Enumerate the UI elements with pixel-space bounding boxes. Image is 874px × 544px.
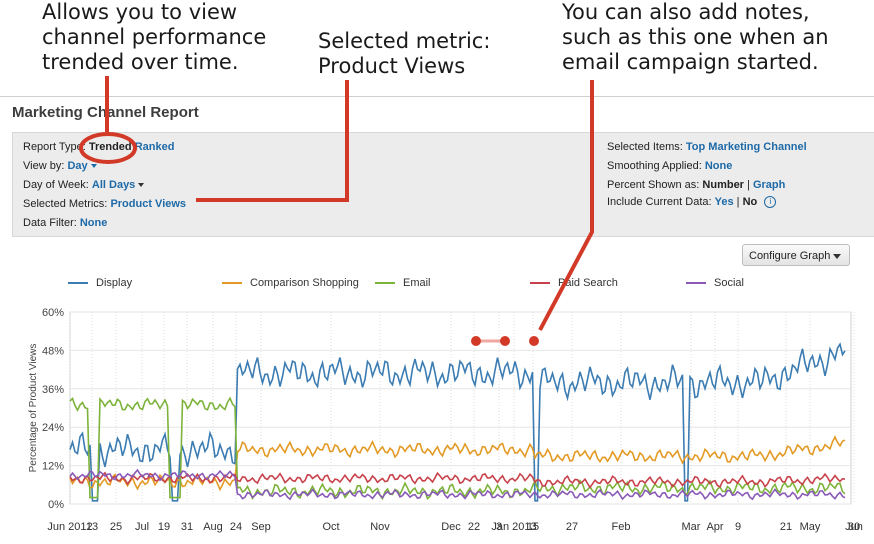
callout-leader-metric <box>196 80 349 202</box>
callout-leader-notes <box>538 80 594 331</box>
x-tick-label: Feb <box>612 521 631 533</box>
y-tick-label: 36% <box>42 384 64 396</box>
x-tick-label: May <box>800 521 821 533</box>
y-tick-label: 60% <box>42 307 64 319</box>
y-tick-label: 24% <box>42 422 64 434</box>
y-axis-title: Percentage of Product Views <box>28 344 39 473</box>
x-tick-label: 13 <box>86 521 98 533</box>
x-tick-label: 24 <box>230 521 242 533</box>
x-tick-label: Jul <box>135 521 149 533</box>
x-tick-label: 15 <box>527 521 539 533</box>
x-tick-label: 9 <box>735 521 741 533</box>
callout-circle-trended <box>79 132 137 164</box>
note-marker <box>471 336 481 346</box>
x-tick-label: Oct <box>322 521 339 533</box>
note-marker-email-campaign <box>529 336 539 346</box>
x-tick-label: 27 <box>566 521 578 533</box>
x-tick-label: Sep <box>251 521 271 533</box>
x-tick-label: 30 <box>848 521 860 533</box>
y-tick-label: 48% <box>42 345 64 357</box>
x-tick-label: 21 <box>780 521 792 533</box>
x-tick-label: Apr <box>706 521 723 533</box>
x-tick-label: Mar <box>682 521 701 533</box>
x-tick-label: Aug <box>203 521 223 533</box>
note-marker <box>500 336 510 346</box>
y-tick-label: 0% <box>48 499 64 511</box>
x-tick-label: 31 <box>181 521 193 533</box>
x-tick-label: Dec <box>441 521 461 533</box>
x-tick-label: 22 <box>468 521 480 533</box>
x-tick-label: Nov <box>370 521 390 533</box>
x-tick-label: 25 <box>110 521 122 533</box>
trend-chart: 60%48%36%24%12%0%Jun 201213 25 Jul 19 31 Aug 2… <box>28 76 863 533</box>
y-tick-label: 12% <box>42 461 64 473</box>
x-tick-label: 19 <box>158 521 170 533</box>
